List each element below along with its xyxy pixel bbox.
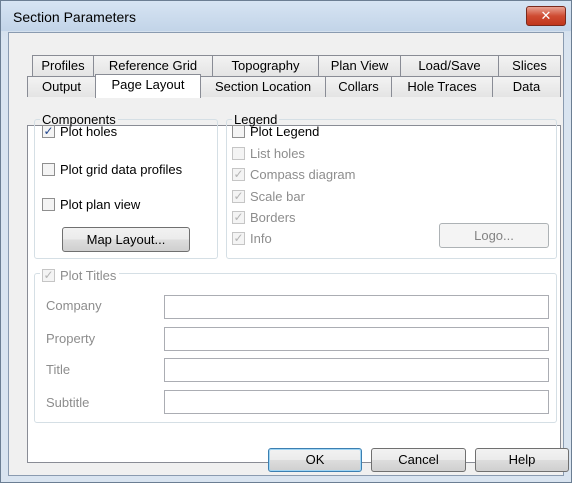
checkbox-label: Plot plan view [60, 197, 141, 212]
checkmark-icon: ✓ [232, 189, 245, 203]
tab-page-layout[interactable]: Page Layout [95, 74, 201, 98]
info-checkbox[interactable]: ✓ Info [232, 231, 272, 246]
checkbox-box [232, 147, 245, 160]
tab-hole-traces[interactable]: Hole Traces [391, 76, 493, 97]
checkbox-label: Compass diagram [250, 167, 356, 182]
checkmark-icon: ✓ [42, 268, 55, 282]
tab-data[interactable]: Data [492, 76, 561, 97]
scale-bar-checkbox[interactable]: ✓ Scale bar [232, 189, 305, 204]
subtitle-field[interactable] [164, 390, 549, 414]
checkbox-box [42, 163, 55, 176]
subtitle-label: Subtitle [46, 395, 90, 410]
checkbox-label: Scale bar [250, 189, 305, 204]
checkbox-label: Info [250, 231, 272, 246]
tab-profiles[interactable]: Profiles [32, 55, 94, 76]
tab-section-location[interactable]: Section Location [200, 76, 326, 97]
tab-output[interactable]: Output [27, 76, 96, 97]
property-field[interactable] [164, 327, 549, 351]
help-button[interactable]: Help [475, 448, 569, 472]
tab-label: Load/Save [418, 58, 481, 73]
cancel-button[interactable]: Cancel [371, 448, 466, 472]
checkmark-icon: ✓ [232, 167, 245, 181]
title-label: Title [46, 362, 71, 377]
company-field[interactable] [164, 295, 549, 319]
tab-label: Plan View [330, 58, 389, 73]
tab-topography[interactable]: Topography [212, 55, 319, 76]
borders-checkbox[interactable]: ✓ Borders [232, 210, 296, 225]
checkmark-icon: ✓ [232, 231, 245, 245]
checkbox-label: Plot Titles [60, 268, 117, 283]
title-bar[interactable]: Section Parameters ✕ [1, 1, 571, 31]
checkbox-label: List holes [250, 146, 305, 161]
window-title: Section Parameters [13, 9, 136, 25]
checkbox-label: Plot holes [60, 124, 118, 139]
tab-label: Slices [512, 58, 547, 73]
tab-label: Profiles [41, 58, 85, 73]
map-layout-button[interactable]: Map Layout... [62, 227, 190, 252]
tab-label: Topography [231, 58, 300, 73]
checkmark-icon: ✓ [232, 210, 245, 224]
plot-plan-view-checkbox[interactable]: Plot plan view [42, 197, 140, 212]
checkbox-box [42, 198, 55, 211]
plot-titles-checkbox[interactable]: ✓ Plot Titles [42, 268, 120, 283]
tab-plan-view[interactable]: Plan View [318, 55, 401, 76]
tab-slices[interactable]: Slices [498, 55, 561, 76]
logo-button[interactable]: Logo... [439, 223, 549, 248]
property-label: Property [46, 331, 96, 346]
checkbox-label: Plot grid data profiles [60, 162, 183, 177]
compass-diagram-checkbox[interactable]: ✓ Compass diagram [232, 167, 356, 182]
checkbox-label: Borders [250, 210, 296, 225]
tab-reference-grid[interactable]: Reference Grid [93, 55, 213, 76]
tab-label: Section Location [214, 79, 312, 94]
list-holes-checkbox[interactable]: List holes [232, 146, 305, 161]
plot-grid-data-profiles-checkbox[interactable]: Plot grid data profiles [42, 162, 182, 177]
tab-label: Hole Traces [407, 79, 477, 94]
company-label: Company [46, 298, 102, 313]
plot-legend-checkbox[interactable]: Plot Legend [232, 124, 319, 139]
tab-label: Output [41, 79, 82, 94]
tab-label: Reference Grid [108, 58, 198, 73]
tab-label: Collars [338, 79, 379, 94]
close-button[interactable]: ✕ [526, 6, 566, 26]
tab-label: Data [512, 79, 541, 94]
checkmark-icon: ✓ [42, 124, 55, 138]
close-icon: ✕ [540, 8, 552, 23]
checkbox-box [232, 125, 245, 138]
tab-label: Page Layout [111, 77, 185, 92]
plot-holes-checkbox[interactable]: ✓ Plot holes [42, 124, 117, 139]
ok-button[interactable]: OK [268, 448, 362, 472]
tab-collars[interactable]: Collars [325, 76, 392, 97]
checkbox-label: Plot Legend [250, 124, 320, 139]
title-field[interactable] [164, 358, 549, 382]
tab-load-save[interactable]: Load/Save [400, 55, 499, 76]
